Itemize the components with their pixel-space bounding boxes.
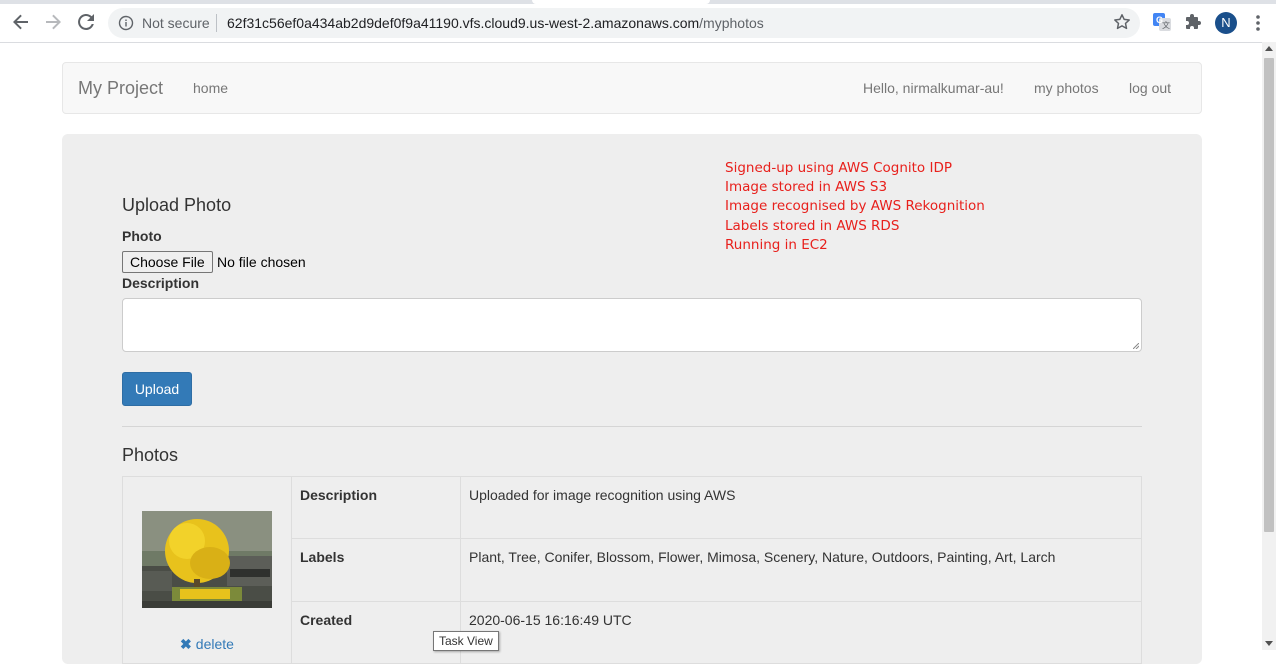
note-item: Image stored in AWS S3 <box>725 179 888 196</box>
browser-toolbar: Not secure 62f31c56ef0a434ab2d9def0f9a41… <box>0 0 1276 43</box>
note-item: Labels stored in AWS RDS <box>725 217 900 234</box>
photo-cell: ✖ delete <box>122 476 292 664</box>
note-item: Signed-up using AWS Cognito IDP <box>725 160 952 176</box>
scroll-down-arrow-icon[interactable] <box>1265 641 1273 646</box>
svg-text:文: 文 <box>1162 20 1170 30</box>
site-navbar: My Project home Hello, nirmalkumar-au! m… <box>62 62 1202 114</box>
url-host: 62f31c56ef0a434ab2d9def0f9a41190.vfs.clo… <box>227 15 700 31</box>
row-value: Plant, Tree, Conifer, Blossom, Flower, M… <box>460 538 1142 602</box>
file-status-text: No file chosen <box>217 254 306 270</box>
reload-icon <box>78 13 94 30</box>
photo-thumbnail[interactable] <box>142 511 272 608</box>
back-button[interactable] <box>10 11 32 33</box>
scroll-up-arrow-icon[interactable] <box>1265 46 1273 51</box>
user-greeting[interactable]: Hello, nirmalkumar-au! <box>863 80 1004 96</box>
info-icon[interactable] <box>118 15 134 31</box>
tab-strip <box>0 0 1276 4</box>
extensions-puzzle-icon[interactable] <box>1184 12 1204 32</box>
upload-button[interactable]: Upload <box>122 372 192 406</box>
aws-notes: Signed-up using AWS Cognito IDP Image st… <box>725 159 985 255</box>
url-path: /myphotos <box>699 15 764 31</box>
url-text[interactable]: 62f31c56ef0a434ab2d9def0f9a41190.vfs.clo… <box>227 15 764 31</box>
profile-avatar[interactable]: N <box>1215 12 1237 34</box>
resize-handle-icon[interactable] <box>1133 343 1139 349</box>
security-label: Not secure <box>142 15 210 31</box>
row-value: Uploaded for image recognition using AWS <box>460 475 1142 540</box>
brand-link[interactable]: My Project <box>78 78 163 99</box>
forward-arrow-icon <box>46 14 61 30</box>
address-separator <box>216 14 217 32</box>
choose-file-button[interactable]: Choose File <box>122 251 213 273</box>
bookmark-star-icon[interactable] <box>1113 13 1131 31</box>
section-divider <box>122 426 1142 427</box>
photos-heading: Photos <box>122 445 179 465</box>
nav-home-link[interactable]: home <box>193 80 228 96</box>
forward-button[interactable] <box>42 11 64 33</box>
task-view-tooltip: Task View <box>433 631 499 651</box>
table-row: ✖ delete Description Uploaded for image r… <box>122 475 1142 664</box>
note-item: Image recognised by AWS Rekognition <box>725 198 985 215</box>
row-key: Description <box>291 475 461 540</box>
nav-logout-link[interactable]: log out <box>1129 80 1171 96</box>
scroll-thumb[interactable] <box>1264 58 1274 532</box>
photos-table: ✖ delete Description Uploaded for image r… <box>122 475 1142 664</box>
note-item: Running in EC2 <box>725 236 828 253</box>
row-value: 2020-06-15 16:16:49 UTC <box>460 600 1142 664</box>
translate-extension-icon[interactable]: G文 <box>1152 12 1172 32</box>
menu-kebab-icon[interactable] <box>1251 13 1265 33</box>
reload-button[interactable] <box>75 11 97 33</box>
back-arrow-icon <box>13 14 28 30</box>
active-tab[interactable] <box>532 0 710 4</box>
page-scrollbar[interactable] <box>1262 42 1276 650</box>
photo-label: Photo <box>122 228 162 244</box>
delete-link[interactable]: ✖ delete <box>180 636 234 653</box>
upload-heading: Upload Photo <box>122 195 232 215</box>
main-content-panel: Signed-up using AWS Cognito IDP Image st… <box>62 134 1202 664</box>
nav-my-photos-link[interactable]: my photos <box>1034 80 1099 96</box>
description-textarea[interactable] <box>122 298 1142 352</box>
description-label: Description <box>122 275 200 291</box>
row-key: Labels <box>291 538 461 602</box>
